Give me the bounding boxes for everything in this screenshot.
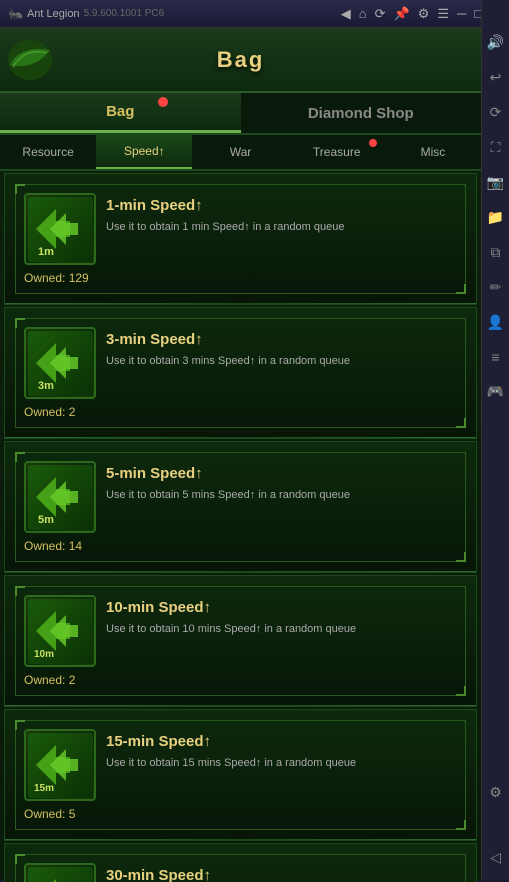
settings-icon[interactable]: ⚙ (418, 6, 430, 22)
sidebar-folder-icon[interactable]: 📁 (483, 205, 508, 230)
tab-speed[interactable]: Speed↑ (96, 135, 192, 169)
sidebar-layers-icon[interactable]: ⧉ (487, 240, 505, 265)
window-controls: ◀ ⌂ ⟳ 📌 ⚙ ☰ ─ □ ✕ (341, 6, 501, 22)
tab-bag[interactable]: Bag (0, 93, 241, 133)
sidebar-settings-bottom-icon[interactable]: ⚙ (485, 780, 506, 805)
svg-text:3m: 3m (38, 380, 54, 392)
item-icon-3m: 3m (24, 327, 96, 399)
svg-text:1m: 1m (38, 246, 54, 258)
item-icon-30m: 30m (24, 863, 96, 882)
sidebar-gamepad-icon[interactable]: 🎮 (483, 379, 508, 404)
list-item[interactable]: 30m 30-min Speed↑ Use it to obtain 30 mi… (4, 843, 477, 882)
list-item[interactable]: 10m 10-min Speed↑ Use it to obtain 10 mi… (4, 575, 477, 707)
item-owned-5m: Owned: 14 (24, 539, 457, 553)
item-desc-10m: Use it to obtain 10 mins Speed↑ in a ran… (106, 622, 457, 637)
sidebar-refresh-icon[interactable]: ⟳ (486, 100, 506, 125)
item-name-3m: 3-min Speed↑ (106, 331, 457, 348)
app-version: 5.9.600.1001 PC6 (84, 8, 165, 19)
sidebar-arrow-left-icon[interactable]: ◁ (486, 845, 505, 870)
tab-misc[interactable]: Misc (385, 135, 481, 169)
home-icon[interactable]: ⌂ (359, 6, 367, 22)
item-icon-10m: 10m (24, 595, 96, 667)
refresh-icon[interactable]: ⟳ (375, 6, 386, 22)
item-icon-15m: 15m (24, 729, 96, 801)
sidebar-user-icon[interactable]: 👤 (483, 310, 508, 335)
tab-diamond-shop[interactable]: Diamond Shop (241, 93, 482, 133)
sidebar-fullscreen-icon[interactable]: ⛶ (487, 135, 505, 160)
main-tab-row: Bag Diamond Shop (0, 93, 481, 135)
tab-treasure[interactable]: Treasure (289, 135, 385, 169)
item-icon-5m: 5m (24, 461, 96, 533)
menu-icon[interactable]: ☰ (437, 6, 449, 22)
svg-text:15m: 15m (34, 783, 54, 794)
main-content: Bag Bag Diamond Shop Resource Speed↑ War… (0, 28, 481, 880)
list-item[interactable]: 1m 1-min Speed↑ Use it to obtain 1 min S… (4, 173, 477, 305)
item-desc-3m: Use it to obtain 3 mins Speed↑ in a rand… (106, 354, 457, 369)
minimize-icon[interactable]: ─ (457, 6, 466, 22)
item-desc-5m: Use it to obtain 5 mins Speed↑ in a rand… (106, 488, 457, 503)
list-item[interactable]: 5m 5-min Speed↑ Use it to obtain 5 mins … (4, 441, 477, 573)
item-name-5m: 5-min Speed↑ (106, 465, 457, 482)
list-item[interactable]: 15m 15-min Speed↑ Use it to obtain 15 mi… (4, 709, 477, 841)
sidebar-volume-icon[interactable]: 🔊 (483, 30, 508, 55)
tab-bag-dot (158, 97, 168, 107)
sidebar-edit-icon[interactable]: ✏ (486, 275, 506, 300)
item-owned-15m: Owned: 5 (24, 807, 457, 821)
svg-text:5m: 5m (38, 514, 54, 526)
page-title: Bag (217, 47, 265, 73)
item-owned-1m: Owned: 129 (24, 271, 457, 285)
item-desc-1m: Use it to obtain 1 min Speed↑ in a rando… (106, 220, 457, 235)
item-list[interactable]: 1m 1-min Speed↑ Use it to obtain 1 min S… (0, 171, 481, 882)
back-icon[interactable]: ◀ (341, 6, 351, 22)
item-desc-15m: Use it to obtain 15 mins Speed↑ in a ran… (106, 756, 457, 771)
item-name-10m: 10-min Speed↑ (106, 599, 457, 616)
item-name-15m: 15-min Speed↑ (106, 733, 457, 750)
sidebar-screenshot-icon[interactable]: 📷 (483, 170, 508, 195)
app-icon: 🐜 (8, 7, 23, 21)
sub-tab-row: Resource Speed↑ War Treasure Misc (0, 135, 481, 171)
tab-war[interactable]: War (192, 135, 288, 169)
item-name-1m: 1-min Speed↑ (106, 197, 457, 214)
item-owned-3m: Owned: 2 (24, 405, 457, 419)
sidebar-stack-icon[interactable]: ≡ (487, 345, 503, 369)
page-header: Bag (0, 28, 481, 93)
item-icon-1m: 1m (24, 193, 96, 265)
pin-icon[interactable]: 📌 (394, 6, 410, 22)
top-bar: 🐜 Ant Legion 5.9.600.1001 PC6 ◀ ⌂ ⟳ 📌 ⚙ … (0, 0, 509, 28)
right-sidebar: 🔊 ↩ ⟳ ⛶ 📷 📁 ⧉ ✏ 👤 ≡ 🎮 ⚙ ◁ (481, 0, 509, 880)
header-decoration (5, 35, 55, 85)
svg-text:10m: 10m (34, 649, 54, 660)
app-name: Ant Legion (27, 8, 80, 20)
tab-resource[interactable]: Resource (0, 135, 96, 169)
sidebar-back-icon[interactable]: ↩ (486, 65, 506, 90)
list-item[interactable]: 3m 3-min Speed↑ Use it to obtain 3 mins … (4, 307, 477, 439)
tab-treasure-dot (369, 139, 377, 147)
item-owned-10m: Owned: 2 (24, 673, 457, 687)
